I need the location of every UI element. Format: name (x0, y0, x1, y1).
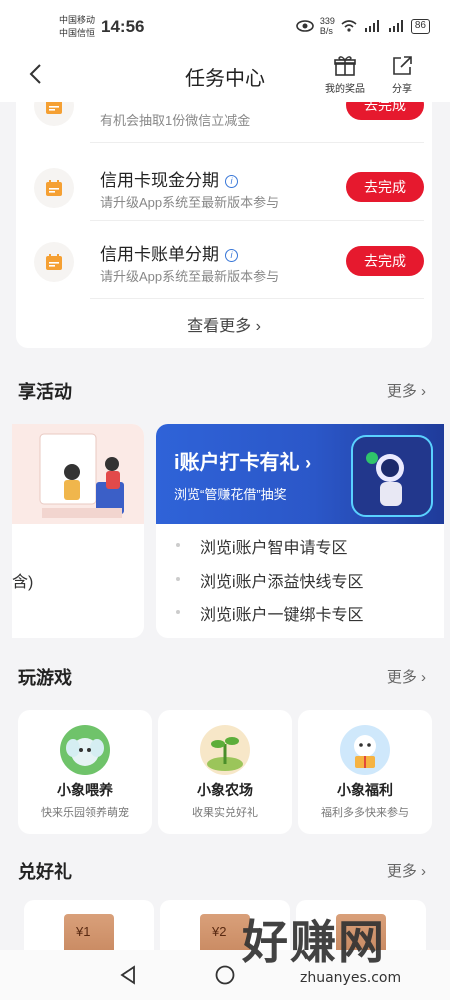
task-title-text: 信用卡现金分期 (100, 171, 219, 190)
promo-banner-image (12, 424, 144, 524)
my-prizes-button[interactable]: 我的奖品 (320, 54, 370, 95)
elephant-gift-icon (340, 725, 390, 775)
game-card-welfare[interactable]: 小象福利 福利多多快来参与 (298, 710, 432, 834)
more-label: 更多 (386, 863, 417, 880)
share-label: 分享 (392, 84, 412, 95)
promo-subtitle: 浏览“管赚花借”抽奖 (174, 487, 287, 502)
see-more-link[interactable]: 查看更多 › (16, 312, 432, 336)
wifi-icon (341, 20, 357, 32)
status-time: 14:56 (101, 17, 145, 36)
astronaut-icon (351, 435, 433, 517)
sprout-icon (200, 725, 250, 775)
gift-icon (334, 56, 356, 76)
more-label: 更多 (386, 383, 417, 400)
promo-title-text: i账户打卡有礼 (174, 452, 300, 474)
divider (90, 142, 424, 143)
activities-more-link[interactable]: 更多 › (387, 380, 426, 401)
gifts-more-link[interactable]: 更多 › (387, 860, 426, 881)
my-prizes-label: 我的奖品 (325, 84, 365, 95)
battery-indicator: 86 (410, 18, 430, 34)
task-title: 信用卡现金分期 i (100, 166, 238, 191)
net-speed: 339 B/s (319, 16, 335, 36)
divider (90, 298, 424, 299)
nav-home-icon[interactable] (215, 965, 235, 985)
chevron-right-icon: › (255, 318, 261, 335)
game-desc: 快来乐园领养萌宠 (41, 807, 129, 819)
task-item: 有机会抽取1份微信立减金 去完成 (16, 102, 432, 144)
go-complete-button[interactable]: 去完成 (346, 102, 424, 120)
coupon-value: ¥2 (212, 924, 227, 939)
status-bar: 中国移动 中国信恒 14:56 339 B/s 86 (0, 0, 450, 50)
task-icon-wrap (34, 242, 74, 282)
section-title-activities: 享活动 (18, 382, 72, 402)
bullet-item[interactable]: 浏览i账户添益快线专区 (176, 568, 364, 592)
calendar-icon (46, 180, 62, 196)
section-title-games: 玩游戏 (18, 668, 72, 688)
task-title: 信用卡账单分期 i (100, 240, 238, 265)
divider (90, 220, 424, 221)
illustration-people (39, 433, 124, 518)
promo-banner: i账户打卡有礼 › 浏览“管赚花借”抽奖 (156, 424, 444, 524)
game-name: 小象福利 (337, 782, 393, 798)
chevron-right-icon: › (421, 863, 426, 880)
game-name: 小象喂养 (57, 782, 113, 798)
chevron-right-icon: › (421, 669, 426, 686)
info-icon[interactable]: i (225, 175, 238, 188)
go-complete-button[interactable]: 去完成 (346, 246, 424, 276)
status-icons: 339 B/s 86 (296, 16, 430, 36)
task-icon-wrap (34, 168, 74, 208)
watermark-url: zhuanyes.com (300, 970, 402, 986)
game-card-feed[interactable]: 小象喂养 快来乐园领养萌宠 (18, 710, 152, 834)
chevron-right-icon: › (421, 383, 426, 400)
games-more-link[interactable]: 更多 › (387, 666, 426, 687)
game-desc: 福利多多快来参与 (321, 807, 409, 819)
info-icon[interactable]: i (225, 249, 238, 262)
nav-bar: 任务中心 我的奖品 分享 (0, 50, 450, 102)
calendar-icon (46, 102, 62, 114)
section-title-gifts: 兑好礼 (18, 862, 72, 882)
task-item: 信用卡现金分期 i 请升级App系统至最新版本参与 去完成 (16, 154, 432, 226)
more-label: 更多 (386, 669, 417, 686)
bullet-item[interactable]: 浏览i账户一键绑卡专区 (176, 601, 364, 625)
carrier-2: 中国信恒 (59, 28, 96, 38)
signal-icon-2 (388, 20, 403, 32)
carrier-1: 中国移动 (59, 15, 96, 25)
watermark-logo: 好赚网 (242, 915, 386, 969)
share-button[interactable]: 分享 (377, 54, 427, 95)
task-item: 信用卡账单分期 i 请升级App系统至最新版本参与 去完成 (16, 228, 432, 300)
coupon-value: ¥1 (76, 924, 91, 939)
game-desc: 收果实兑好礼 (192, 807, 258, 819)
calendar-icon (46, 254, 62, 270)
task-list-card: 有机会抽取1份微信立减金 去完成 信用卡现金分期 i 请升级App系统至最新版本参… (16, 102, 432, 348)
chevron-right-icon: › (305, 453, 312, 473)
coupon-icon: ¥1 (64, 914, 114, 954)
promo-left-text: 含) (12, 574, 34, 591)
nav-back-icon[interactable] (118, 965, 138, 985)
task-subtitle: 有机会抽取1份微信立减金 (100, 113, 251, 128)
task-title-text: 信用卡账单分期 (100, 245, 219, 264)
see-more-label: 查看更多 (187, 318, 252, 335)
carrier-info: 中国移动 中国信恒 (59, 14, 95, 40)
task-subtitle: 请升级App系统至最新版本参与 (100, 269, 280, 284)
game-name: 小象农场 (197, 782, 253, 798)
share-icon (393, 56, 412, 75)
bullet-item[interactable]: 浏览i账户智申请专区 (176, 534, 348, 558)
promo-card-left[interactable]: 含) (12, 424, 144, 638)
signal-icon (364, 20, 379, 32)
promo-card-iaccount[interactable]: i账户打卡有礼 › 浏览“管赚花借”抽奖 浏览i账户智申请专区 浏览i账户添益快… (156, 424, 444, 638)
task-icon-wrap (34, 102, 74, 126)
task-subtitle: 请升级App系统至最新版本参与 (100, 195, 280, 210)
game-card-farm[interactable]: 小象农场 收果实兑好礼 (158, 710, 292, 834)
go-complete-button[interactable]: 去完成 (346, 172, 424, 202)
eye-icon (296, 20, 314, 32)
elephant-icon (60, 725, 110, 775)
promo-title: i账户打卡有礼 › (174, 446, 311, 475)
